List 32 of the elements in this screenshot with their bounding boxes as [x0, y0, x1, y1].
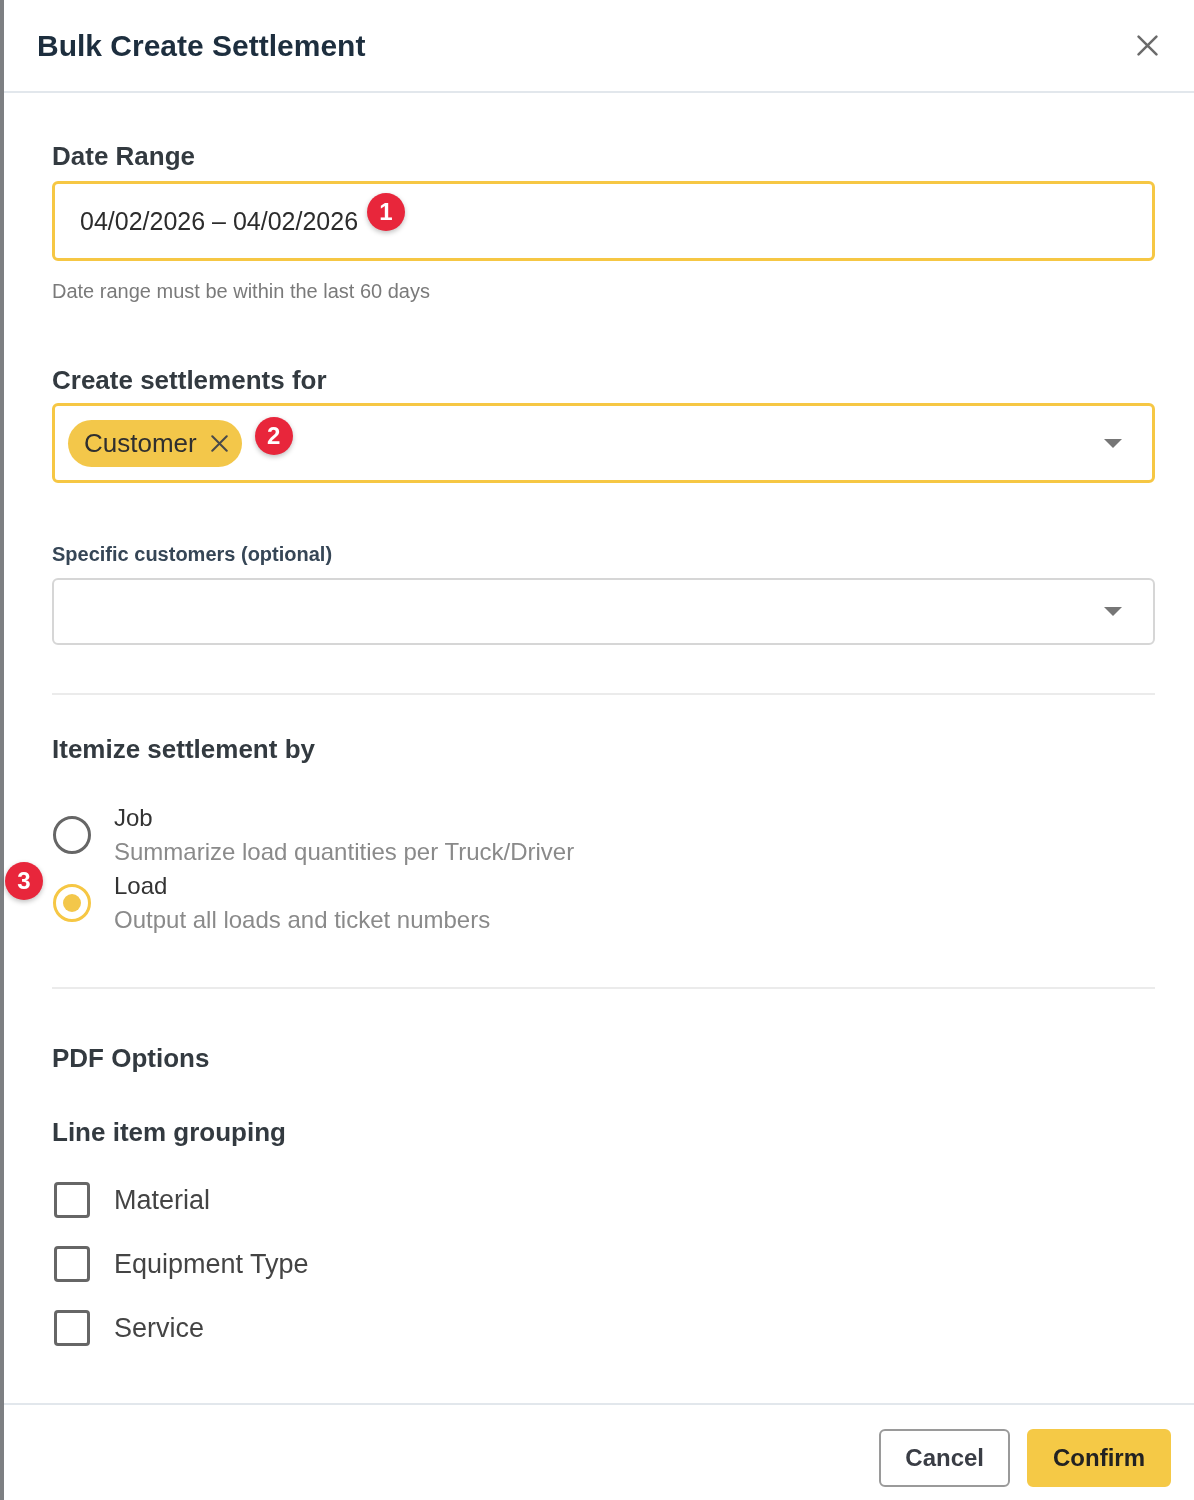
checkbox[interactable]: [54, 1182, 90, 1218]
section-heading: PDF Options: [52, 1043, 211, 1073]
multi-select-field[interactable]: Customer 2: [52, 403, 1155, 483]
checkbox-label[interactable]: Service: [114, 1312, 205, 1344]
x-icon[interactable]: [210, 434, 228, 452]
annotation-marker: 2: [254, 417, 293, 455]
caret-down-icon[interactable]: [1104, 438, 1122, 448]
helper-text: Date range must be within the last 60 days: [52, 279, 431, 303]
option-label[interactable]: Load: [114, 869, 491, 903]
field-label: Date Range: [52, 141, 197, 171]
checkbox[interactable]: [54, 1310, 90, 1346]
field-label: Specific customers (optional): [52, 542, 334, 566]
caret-down-icon[interactable]: [1104, 607, 1122, 616]
date-range-field[interactable]: 04/02/2026 – 04/02/2026 1: [52, 181, 1155, 261]
section-subheading: Line item grouping: [52, 1117, 287, 1147]
option-label[interactable]: Job: [114, 801, 575, 835]
checkbox-label[interactable]: Equipment Type: [114, 1248, 309, 1280]
cancel-button[interactable]: Cancel: [879, 1429, 1010, 1487]
option-description: Summarize load quantities per Truck/Driver: [114, 837, 575, 867]
confirm-button[interactable]: Confirm: [1027, 1429, 1171, 1487]
section-heading: Itemize settlement by: [52, 734, 316, 764]
checkbox[interactable]: [54, 1246, 90, 1282]
annotation-marker: 3: [5, 862, 43, 900]
select-field[interactable]: [52, 578, 1155, 645]
field-label: Create settlements for: [52, 365, 328, 395]
option-description: Output all loads and ticket numbers: [114, 905, 491, 935]
checkbox-label[interactable]: Material: [114, 1184, 211, 1216]
dialog-title: Bulk Create Settlement: [37, 27, 366, 64]
tag-chip[interactable]: Customer: [68, 419, 242, 467]
radio-button[interactable]: [53, 816, 91, 854]
annotation-marker: 1: [367, 193, 406, 231]
close-icon[interactable]: [1137, 35, 1158, 56]
